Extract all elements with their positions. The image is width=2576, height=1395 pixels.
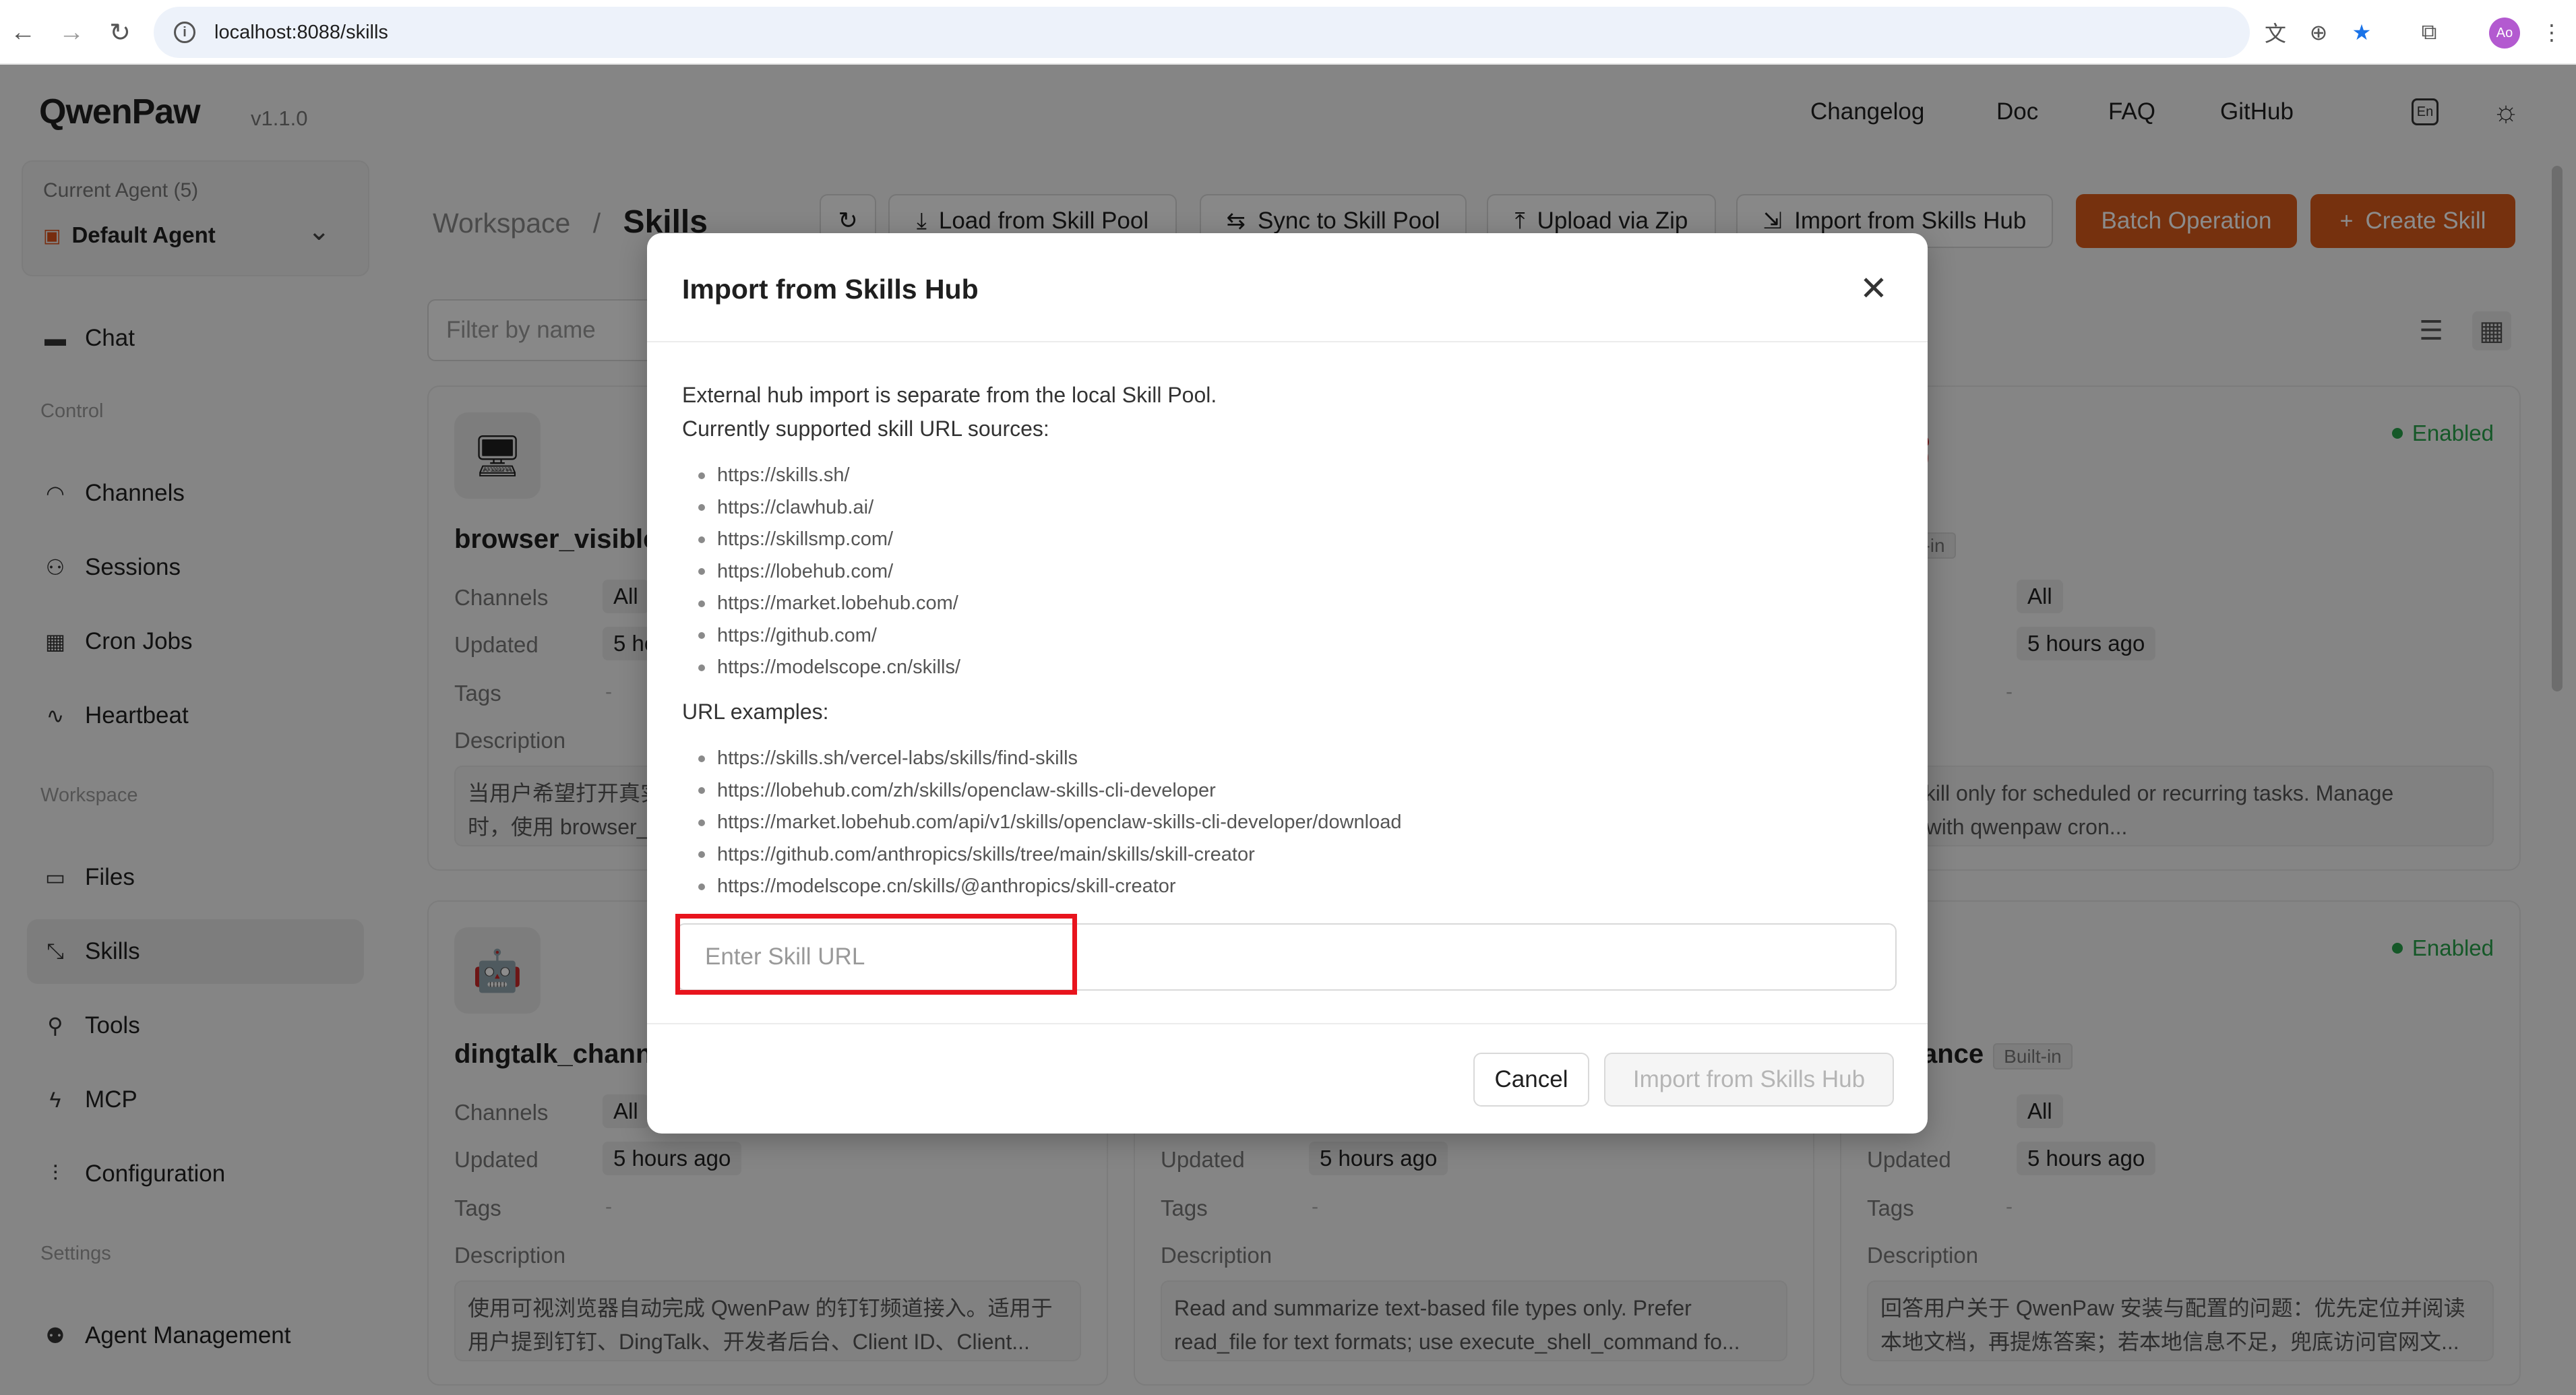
sources-list: https://skills.sh/ https://clawhub.ai/ h…: [682, 460, 960, 684]
bookmark-star-icon[interactable]: ★: [2345, 16, 2378, 49]
bullet: [698, 472, 705, 479]
examples-label: URL examples:: [682, 700, 829, 724]
bullet: [698, 755, 705, 762]
zoom-icon[interactable]: ⊕: [2302, 16, 2335, 49]
address-bar[interactable]: i localhost:8088/skills: [154, 7, 2250, 58]
bullet: [698, 819, 705, 826]
list-item: https://modelscope.cn/skills/@anthropics…: [682, 871, 1401, 903]
list-item: https://skills.sh/vercel-labs/skills/fin…: [682, 743, 1401, 775]
source-url: https://lobehub.com/: [717, 560, 894, 582]
bullet: [698, 787, 705, 795]
source-url: https://skillsmp.com/: [717, 528, 894, 550]
dialog-title: Import from Skills Hub: [682, 274, 979, 305]
bullet: [698, 536, 705, 543]
extensions-icon[interactable]: ⧉: [2413, 16, 2445, 49]
profile-avatar[interactable]: Ao: [2489, 18, 2520, 49]
list-item: https://skills.sh/: [682, 460, 960, 492]
import-hub-dialog: Import from Skills Hub ✕ External hub im…: [647, 233, 1928, 1134]
bullet: [698, 851, 705, 859]
bullet: [698, 568, 705, 576]
source-url: https://github.com/: [717, 624, 877, 646]
examples-list: https://skills.sh/vercel-labs/skills/fin…: [682, 743, 1401, 903]
highlight-box: [675, 914, 1077, 995]
bullet: [698, 664, 705, 671]
bullet: [698, 632, 705, 640]
bullet: [698, 883, 705, 890]
source-url: https://clawhub.ai/: [717, 496, 874, 518]
example-url: https://skills.sh/vercel-labs/skills/fin…: [717, 747, 1078, 769]
list-item: https://clawhub.ai/: [682, 492, 960, 524]
list-item: https://market.lobehub.com/api/v1/skills…: [682, 807, 1401, 839]
url-text: localhost:8088/skills: [214, 21, 388, 43]
list-item: https://market.lobehub.com/: [682, 588, 960, 620]
intro-text: External hub import is separate from the…: [682, 383, 1217, 407]
site-info-icon[interactable]: i: [174, 22, 195, 43]
intro-text: Currently supported skill URL sources:: [682, 416, 1049, 441]
dialog-divider: [647, 341, 1928, 342]
browser-menu-icon[interactable]: ⋮: [2536, 16, 2568, 49]
list-item: https://github.com/anthropics/skills/tre…: [682, 839, 1401, 871]
list-item: https://lobehub.com/zh/skills/openclaw-s…: [682, 775, 1401, 807]
list-item: https://modelscope.cn/skills/: [682, 652, 960, 684]
dialog-divider: [647, 1023, 1928, 1024]
list-item: https://github.com/: [682, 620, 960, 652]
reload-icon[interactable]: ↻: [102, 15, 137, 50]
browser-chrome: ← → ↻ i localhost:8088/skills 文 ⊕ ★ ⧉ Ao…: [0, 0, 2576, 65]
list-item: https://lobehub.com/: [682, 556, 960, 588]
example-url: https://modelscope.cn/skills/@anthropics…: [717, 875, 1176, 897]
bullet: [698, 600, 705, 607]
bullet: [698, 504, 705, 512]
close-icon[interactable]: ✕: [1853, 268, 1894, 309]
example-url: https://market.lobehub.com/api/v1/skills…: [717, 811, 1402, 833]
back-icon[interactable]: ←: [5, 15, 40, 50]
source-url: https://market.lobehub.com/: [717, 592, 958, 614]
forward-icon[interactable]: →: [54, 15, 89, 50]
translate-icon[interactable]: 文: [2259, 16, 2292, 49]
example-url: https://github.com/anthropics/skills/tre…: [717, 843, 1255, 865]
list-item: https://skillsmp.com/: [682, 524, 960, 556]
cancel-button[interactable]: Cancel: [1473, 1053, 1589, 1107]
example-url: https://lobehub.com/zh/skills/openclaw-s…: [717, 779, 1216, 801]
import-submit-button[interactable]: Import from Skills Hub: [1604, 1053, 1894, 1107]
source-url: https://modelscope.cn/skills/: [717, 656, 961, 678]
source-url: https://skills.sh/: [717, 464, 850, 486]
